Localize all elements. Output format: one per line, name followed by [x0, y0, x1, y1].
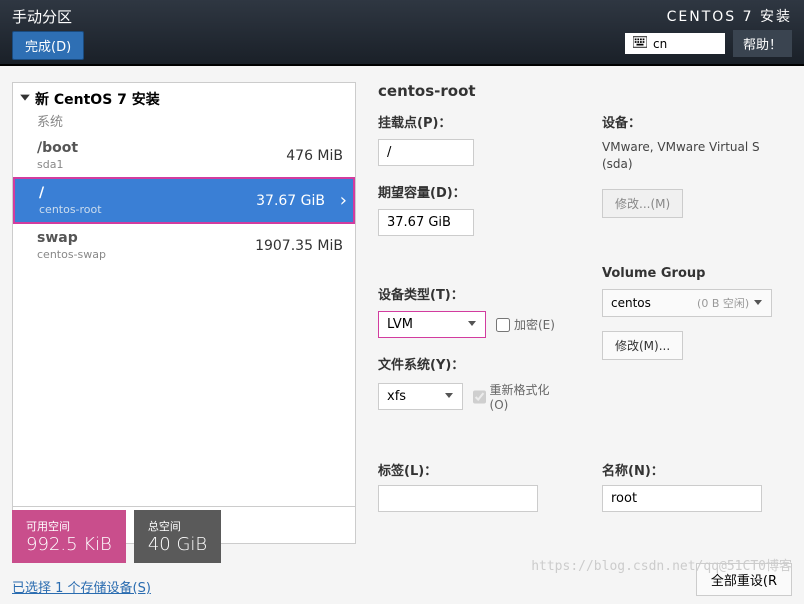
- available-space-card: 可用空间 992.5 KiB: [12, 510, 126, 563]
- dropdown-icon: [467, 317, 477, 332]
- device-name-text: VMware, VMware Virtual S(sda): [602, 139, 786, 173]
- filesystem-select[interactable]: xfs: [378, 383, 463, 410]
- device-label: 设备：: [602, 112, 786, 131]
- partition-tree: 新 CentOS 7 安装 系统 /bootsda1 476 MiB /cent…: [12, 82, 356, 544]
- detail-title: centos-root: [378, 82, 786, 100]
- installer-title: CENTOS 7 安装: [667, 6, 792, 26]
- name-label: 名称(N)：: [602, 460, 786, 479]
- keyboard-layout-indicator[interactable]: cn: [625, 33, 725, 54]
- encrypt-checkbox[interactable]: [496, 318, 510, 332]
- expand-icon: [19, 91, 31, 107]
- keyboard-layout-label: cn: [653, 37, 667, 51]
- partition-item-swap[interactable]: swapcentos-swap 1907.35 MiB: [13, 224, 355, 267]
- volume-group-select[interactable]: centos (0 B 空闲): [602, 289, 772, 317]
- partition-item-boot[interactable]: /bootsda1 476 MiB: [13, 134, 355, 177]
- reformat-checkbox-row: 重新格式化(O): [473, 381, 562, 412]
- device-type-label: 设备类型(T)：: [378, 284, 562, 303]
- tree-root-header[interactable]: 新 CentOS 7 安装: [13, 83, 355, 111]
- reset-all-button[interactable]: 全部重设(R: [696, 563, 792, 596]
- reformat-checkbox: [473, 390, 486, 404]
- label-label: 标签(L)：: [378, 460, 562, 479]
- keyboard-icon: [633, 36, 647, 51]
- mount-label: 挂载点(P)：: [378, 112, 562, 131]
- tree-root-label: 新 CentOS 7 安装: [35, 89, 160, 109]
- dropdown-icon: [444, 389, 454, 404]
- chevron-right-icon: ›: [340, 190, 347, 211]
- total-space-card: 总空间 40 GiB: [134, 510, 221, 563]
- done-button[interactable]: 完成(D): [12, 31, 84, 60]
- storage-devices-link[interactable]: 已选择 1 个存储设备(S): [12, 577, 221, 596]
- tree-group-label: 系统: [13, 111, 355, 134]
- header-bar: 手动分区 完成(D) CENTOS 7 安装 cn 帮助！: [0, 0, 804, 66]
- page-title: 手动分区: [12, 6, 84, 27]
- filesystem-label: 文件系统(Y)：: [378, 354, 562, 373]
- desired-capacity-input[interactable]: [378, 209, 474, 236]
- modify-vg-button[interactable]: 修改(M)...: [602, 331, 683, 360]
- help-button[interactable]: 帮助！: [733, 30, 792, 57]
- modify-device-button[interactable]: 修改...(M): [602, 189, 683, 218]
- mount-point-input[interactable]: [378, 139, 474, 166]
- device-type-select[interactable]: LVM: [378, 311, 486, 338]
- desired-label: 期望容量(D)：: [378, 182, 562, 201]
- partition-item-root[interactable]: /centos-root 37.67 GiB ›: [13, 177, 355, 224]
- volume-group-label: Volume Group: [602, 266, 786, 281]
- encrypt-checkbox-row[interactable]: 加密(E): [496, 316, 555, 333]
